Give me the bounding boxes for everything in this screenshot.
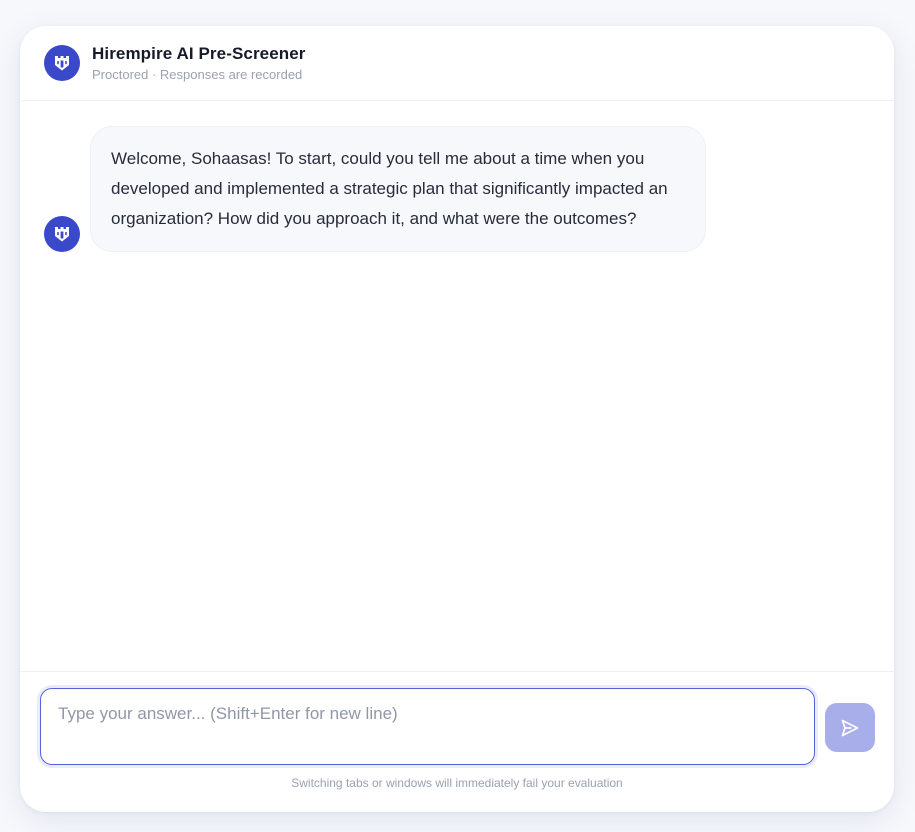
page-title: Hirempire AI Pre-Screener: [92, 43, 306, 63]
composer: Switching tabs or windows will immediate…: [20, 671, 894, 812]
assistant-message: Welcome, Sohaasas! To start, could you t…: [44, 126, 706, 252]
chat-header: Hirempire AI Pre-Screener Proctored · Re…: [20, 26, 894, 101]
message-bubble: Welcome, Sohaasas! To start, could you t…: [90, 126, 706, 252]
message-list: Welcome, Sohaasas! To start, could you t…: [20, 102, 894, 671]
message-avatar: [44, 216, 80, 252]
castle-logo-icon: [55, 227, 69, 242]
send-icon: [841, 719, 859, 736]
castle-logo-icon: [55, 56, 69, 71]
proctoring-status: Proctored · Responses are recorded: [92, 66, 303, 82]
chat-card: Hirempire AI Pre-Screener Proctored · Re…: [20, 26, 894, 812]
header-avatar: [44, 45, 80, 81]
header-text: Hirempire AI Pre-Screener Proctored · Re…: [92, 43, 306, 84]
send-button[interactable]: [825, 703, 875, 752]
proctoring-warning: Switching tabs or windows will immediate…: [291, 776, 623, 790]
answer-input[interactable]: [40, 688, 815, 765]
